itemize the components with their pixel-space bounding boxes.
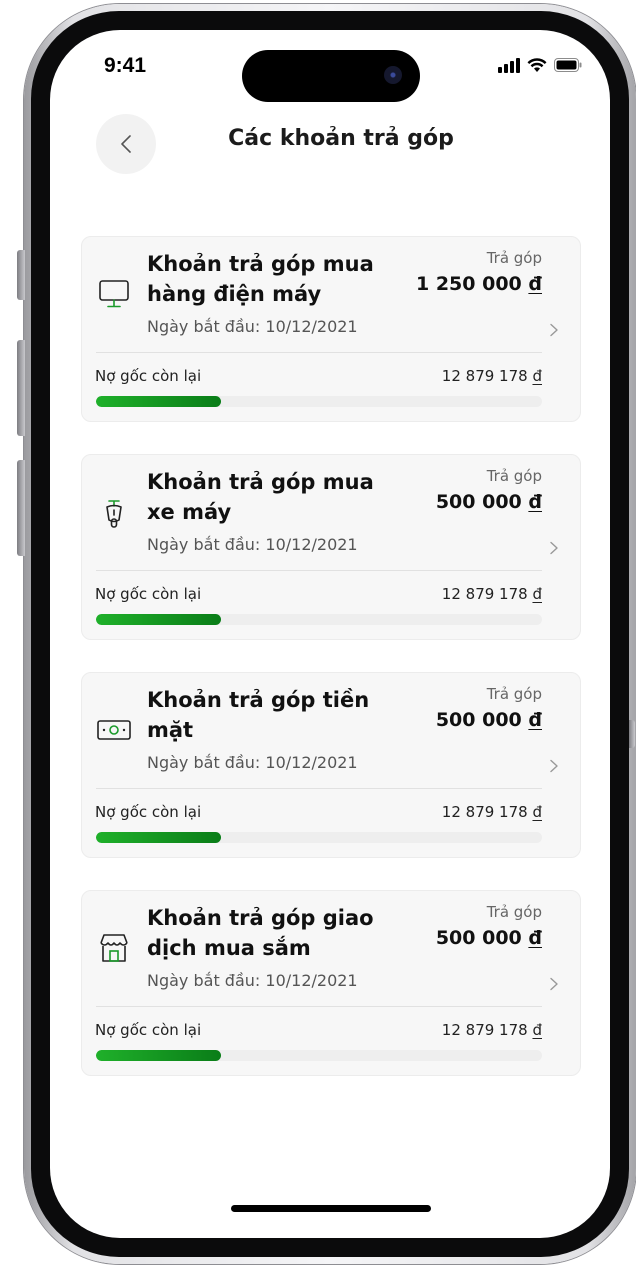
installment-amount: 500 000 đ bbox=[436, 491, 542, 513]
action-button bbox=[17, 250, 25, 300]
currency-symbol: đ bbox=[528, 491, 542, 513]
chevron-right-icon bbox=[550, 323, 558, 337]
progress-fill bbox=[96, 832, 221, 843]
loan-start-date: Ngày bắt đầu: 10/12/2021 bbox=[147, 317, 358, 336]
chevron-right-icon bbox=[550, 541, 558, 555]
balance-amount: 12 879 178 đ bbox=[442, 367, 542, 385]
balance-amount: 12 879 178 đ bbox=[442, 803, 542, 821]
installment-amount-value: 1 250 000 bbox=[415, 273, 522, 295]
currency-symbol: đ bbox=[532, 585, 542, 603]
currency-symbol: đ bbox=[532, 1021, 542, 1039]
loan-card[interactable]: Khoản trả góp tiền mặt Ngày bắt đầu: 10/… bbox=[81, 672, 581, 858]
balance-amount-value: 12 879 178 bbox=[441, 585, 528, 603]
screen: 9:41 Các khoản trả góp Khoản trả góp mua… bbox=[50, 30, 610, 1238]
balance-amount-value: 12 879 178 bbox=[441, 1021, 528, 1039]
wifi-icon bbox=[527, 58, 547, 72]
progress-fill bbox=[96, 614, 221, 625]
loan-start-date: Ngày bắt đầu: 10/12/2021 bbox=[147, 535, 358, 554]
cash-icon bbox=[96, 713, 132, 747]
balance-label: Nợ gốc còn lại bbox=[95, 367, 202, 385]
loan-title: Khoản trả góp tiền mặt bbox=[147, 688, 370, 742]
chevron-right-icon bbox=[550, 759, 558, 773]
progress-fill bbox=[96, 1050, 221, 1061]
volume-up-button bbox=[17, 340, 25, 436]
repayment-progress-bar bbox=[96, 832, 542, 843]
loan-title: Khoản trả góp mua xe máy bbox=[147, 470, 374, 524]
loan-start-date: Ngày bắt đầu: 10/12/2021 bbox=[147, 971, 358, 990]
installment-label: Trả góp bbox=[486, 467, 542, 485]
loan-card[interactable]: Khoản trả góp giao dịch mua sắm Ngày bắt… bbox=[81, 890, 581, 1076]
card-divider bbox=[96, 788, 542, 789]
installment-label: Trả góp bbox=[486, 685, 542, 703]
repayment-progress-bar bbox=[96, 1050, 542, 1061]
loan-card[interactable]: Khoản trả góp mua hàng điện máy Ngày bắt… bbox=[81, 236, 581, 422]
currency-symbol: đ bbox=[528, 273, 542, 295]
installment-amount: 500 000 đ bbox=[436, 709, 542, 731]
installment-amount-value: 500 000 bbox=[435, 491, 522, 513]
loan-card[interactable]: Khoản trả góp mua xe máy Ngày bắt đầu: 1… bbox=[81, 454, 581, 640]
battery-icon bbox=[554, 58, 582, 72]
loan-start-date: Ngày bắt đầu: 10/12/2021 bbox=[147, 753, 358, 772]
loan-list: Khoản trả góp mua hàng điện máy Ngày bắt… bbox=[81, 236, 581, 1108]
currency-symbol: đ bbox=[532, 367, 542, 385]
currency-symbol: đ bbox=[532, 803, 542, 821]
balance-amount-value: 12 879 178 bbox=[441, 803, 528, 821]
balance-amount: 12 879 178 đ bbox=[442, 585, 542, 603]
store-icon bbox=[96, 931, 132, 965]
monitor-icon bbox=[96, 277, 132, 311]
card-divider bbox=[96, 570, 542, 571]
installment-label: Trả góp bbox=[486, 903, 542, 921]
status-time: 9:41 bbox=[104, 54, 147, 77]
loan-title: Khoản trả góp mua hàng điện máy bbox=[147, 252, 374, 306]
camera-icon bbox=[384, 66, 402, 84]
installment-label: Trả góp bbox=[486, 249, 542, 267]
installment-amount-value: 500 000 bbox=[435, 927, 522, 949]
repayment-progress-bar bbox=[96, 396, 542, 407]
chevron-right-icon bbox=[550, 977, 558, 991]
repayment-progress-bar bbox=[96, 614, 542, 625]
dynamic-island bbox=[242, 50, 420, 102]
volume-down-button bbox=[17, 460, 25, 556]
balance-label: Nợ gốc còn lại bbox=[95, 585, 202, 603]
card-divider bbox=[96, 352, 542, 353]
installment-amount-value: 500 000 bbox=[435, 709, 522, 731]
status-icons bbox=[498, 57, 582, 73]
card-divider bbox=[96, 1006, 542, 1007]
cellular-signal-icon bbox=[498, 57, 520, 73]
currency-symbol: đ bbox=[528, 927, 542, 949]
installment-amount: 500 000 đ bbox=[436, 927, 542, 949]
balance-amount-value: 12 879 178 bbox=[441, 367, 528, 385]
installment-amount: 1 250 000 đ bbox=[416, 273, 542, 295]
balance-amount: 12 879 178 đ bbox=[442, 1021, 542, 1039]
motorbike-icon bbox=[96, 495, 132, 529]
loan-title: Khoản trả góp giao dịch mua sắm bbox=[147, 906, 374, 960]
progress-fill bbox=[96, 396, 221, 407]
currency-symbol: đ bbox=[528, 709, 542, 731]
home-indicator[interactable] bbox=[231, 1205, 431, 1212]
page-title: Các khoản trả góp bbox=[228, 126, 454, 151]
balance-label: Nợ gốc còn lại bbox=[95, 803, 202, 821]
balance-label: Nợ gốc còn lại bbox=[95, 1021, 202, 1039]
side-button bbox=[629, 720, 635, 748]
